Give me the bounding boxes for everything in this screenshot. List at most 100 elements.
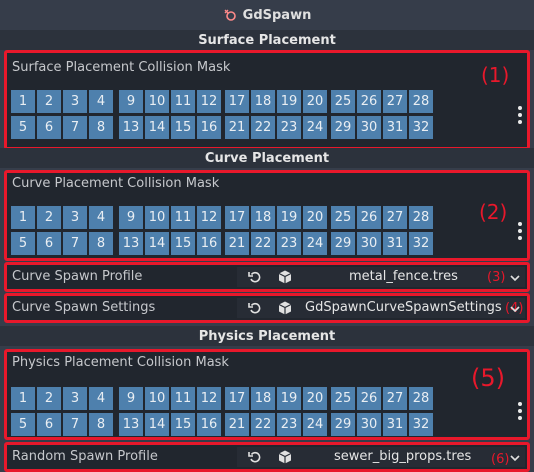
layer-bit-toggle[interactable]: 22 bbox=[251, 413, 275, 436]
layer-bit-toggle[interactable]: 27 bbox=[383, 206, 407, 229]
layer-bit-toggle[interactable]: 20 bbox=[303, 90, 327, 113]
layer-bit-toggle[interactable]: 3 bbox=[63, 90, 87, 113]
layer-bit-toggle[interactable]: 18 bbox=[251, 90, 275, 113]
layer-bit-toggle[interactable]: 4 bbox=[89, 206, 113, 229]
chevron-down-icon[interactable] bbox=[509, 450, 521, 464]
layer-bit-toggle[interactable]: 6 bbox=[37, 413, 61, 436]
layer-bit-toggle[interactable]: 6 bbox=[37, 232, 61, 255]
random-spawn-profile-value[interactable]: sewer_big_props.tres bbox=[334, 449, 471, 464]
layer-bit-toggle[interactable]: 10 bbox=[145, 206, 169, 229]
layer-bit-toggle[interactable]: 28 bbox=[409, 387, 433, 410]
layer-bit-toggle[interactable]: 19 bbox=[277, 206, 301, 229]
section-curve-placement[interactable]: Curve Placement bbox=[0, 148, 534, 168]
layer-bit-toggle[interactable]: 23 bbox=[277, 116, 301, 139]
layer-bit-toggle[interactable]: 25 bbox=[331, 90, 355, 113]
layer-bit-toggle[interactable]: 12 bbox=[197, 90, 221, 113]
layer-bit-toggle[interactable]: 24 bbox=[303, 232, 327, 255]
layer-bit-toggle[interactable]: 25 bbox=[331, 387, 355, 410]
revert-icon[interactable] bbox=[247, 269, 263, 285]
layer-bit-toggle[interactable]: 12 bbox=[197, 206, 221, 229]
section-surface-placement[interactable]: Surface Placement bbox=[0, 30, 534, 50]
layer-bit-toggle[interactable]: 17 bbox=[225, 90, 249, 113]
layer-bit-toggle[interactable]: 31 bbox=[383, 413, 407, 436]
layer-bit-toggle[interactable]: 8 bbox=[89, 413, 113, 436]
curve-spawn-settings-editor[interactable]: GdSpawnCurveSpawnSettings (4) bbox=[237, 298, 525, 318]
layer-bit-toggle[interactable]: 11 bbox=[171, 206, 195, 229]
layer-bit-toggle[interactable]: 32 bbox=[409, 413, 433, 436]
layer-bit-toggle[interactable]: 11 bbox=[171, 387, 195, 410]
layer-bit-toggle[interactable]: 25 bbox=[331, 206, 355, 229]
layer-bit-toggle[interactable]: 3 bbox=[63, 387, 87, 410]
layer-bit-toggle[interactable]: 9 bbox=[119, 206, 143, 229]
layer-bit-toggle[interactable]: 28 bbox=[409, 90, 433, 113]
layer-bit-toggle[interactable]: 20 bbox=[303, 387, 327, 410]
layer-bit-toggle[interactable]: 29 bbox=[331, 116, 355, 139]
layer-bit-toggle[interactable]: 15 bbox=[171, 232, 195, 255]
layer-bit-toggle[interactable]: 29 bbox=[331, 413, 355, 436]
layer-bit-toggle[interactable]: 15 bbox=[171, 413, 195, 436]
section-physics-placement[interactable]: Physics Placement bbox=[0, 326, 534, 346]
chevron-down-icon[interactable] bbox=[509, 270, 521, 284]
layer-bit-toggle[interactable]: 26 bbox=[357, 206, 381, 229]
layer-bit-toggle[interactable]: 10 bbox=[145, 90, 169, 113]
layer-bit-toggle[interactable]: 14 bbox=[145, 413, 169, 436]
layer-bit-toggle[interactable]: 32 bbox=[409, 116, 433, 139]
layer-bit-toggle[interactable]: 30 bbox=[357, 413, 381, 436]
layer-bit-toggle[interactable]: 30 bbox=[357, 116, 381, 139]
layer-bit-toggle[interactable]: 28 bbox=[409, 206, 433, 229]
layer-bit-toggle[interactable]: 13 bbox=[119, 232, 143, 255]
layer-bit-toggle[interactable]: 26 bbox=[357, 387, 381, 410]
layer-bit-toggle[interactable]: 23 bbox=[277, 413, 301, 436]
surface-mask-options-icon[interactable] bbox=[517, 106, 523, 124]
layer-bit-toggle[interactable]: 26 bbox=[357, 90, 381, 113]
curve-mask-options-icon[interactable] bbox=[517, 222, 523, 240]
layer-bit-toggle[interactable]: 29 bbox=[331, 232, 355, 255]
layer-bit-toggle[interactable]: 32 bbox=[409, 232, 433, 255]
layer-bit-toggle[interactable]: 24 bbox=[303, 116, 327, 139]
curve-spawn-profile-editor[interactable]: metal_fence.tres (3) bbox=[237, 267, 525, 287]
layer-bit-toggle[interactable]: 16 bbox=[197, 413, 221, 436]
layer-bit-toggle[interactable]: 2 bbox=[37, 387, 61, 410]
layer-bit-toggle[interactable]: 12 bbox=[197, 387, 221, 410]
layer-bit-toggle[interactable]: 4 bbox=[89, 387, 113, 410]
revert-icon[interactable] bbox=[247, 300, 263, 316]
layer-bit-toggle[interactable]: 3 bbox=[63, 206, 87, 229]
layer-bit-toggle[interactable]: 11 bbox=[171, 90, 195, 113]
layer-bit-toggle[interactable]: 9 bbox=[119, 387, 143, 410]
layer-bit-toggle[interactable]: 19 bbox=[277, 387, 301, 410]
layer-bit-toggle[interactable]: 18 bbox=[251, 387, 275, 410]
layer-bit-toggle[interactable]: 10 bbox=[145, 387, 169, 410]
layer-bit-toggle[interactable]: 22 bbox=[251, 232, 275, 255]
layer-bit-toggle[interactable]: 27 bbox=[383, 387, 407, 410]
layer-bit-toggle[interactable]: 5 bbox=[11, 413, 35, 436]
layer-bit-toggle[interactable]: 2 bbox=[37, 206, 61, 229]
layer-bit-toggle[interactable]: 31 bbox=[383, 116, 407, 139]
layer-bit-toggle[interactable]: 31 bbox=[383, 232, 407, 255]
layer-bit-toggle[interactable]: 2 bbox=[37, 90, 61, 113]
physics-mask-options-icon[interactable] bbox=[517, 402, 523, 420]
layer-bit-toggle[interactable]: 5 bbox=[11, 116, 35, 139]
layer-bit-toggle[interactable]: 27 bbox=[383, 90, 407, 113]
layer-bit-toggle[interactable]: 14 bbox=[145, 116, 169, 139]
curve-spawn-profile-value[interactable]: metal_fence.tres bbox=[349, 269, 458, 284]
layer-bit-toggle[interactable]: 15 bbox=[171, 116, 195, 139]
layer-bit-toggle[interactable]: 21 bbox=[225, 232, 249, 255]
layer-bit-toggle[interactable]: 20 bbox=[303, 206, 327, 229]
layer-bit-toggle[interactable]: 17 bbox=[225, 387, 249, 410]
layer-bit-toggle[interactable]: 8 bbox=[89, 116, 113, 139]
layer-bit-toggle[interactable]: 18 bbox=[251, 206, 275, 229]
layer-bit-toggle[interactable]: 23 bbox=[277, 232, 301, 255]
layer-bit-toggle[interactable]: 13 bbox=[119, 413, 143, 436]
random-spawn-profile-editor[interactable]: sewer_big_props.tres (6) bbox=[237, 447, 525, 467]
chevron-down-icon[interactable] bbox=[509, 301, 521, 315]
layer-bit-toggle[interactable]: 13 bbox=[119, 116, 143, 139]
layer-bit-toggle[interactable]: 21 bbox=[225, 116, 249, 139]
layer-bit-toggle[interactable]: 6 bbox=[37, 116, 61, 139]
layer-bit-toggle[interactable]: 7 bbox=[63, 413, 87, 436]
revert-icon[interactable] bbox=[247, 449, 263, 465]
layer-bit-toggle[interactable]: 9 bbox=[119, 90, 143, 113]
layer-bit-toggle[interactable]: 17 bbox=[225, 206, 249, 229]
layer-bit-toggle[interactable]: 14 bbox=[145, 232, 169, 255]
layer-bit-toggle[interactable]: 5 bbox=[11, 232, 35, 255]
layer-bit-toggle[interactable]: 16 bbox=[197, 116, 221, 139]
